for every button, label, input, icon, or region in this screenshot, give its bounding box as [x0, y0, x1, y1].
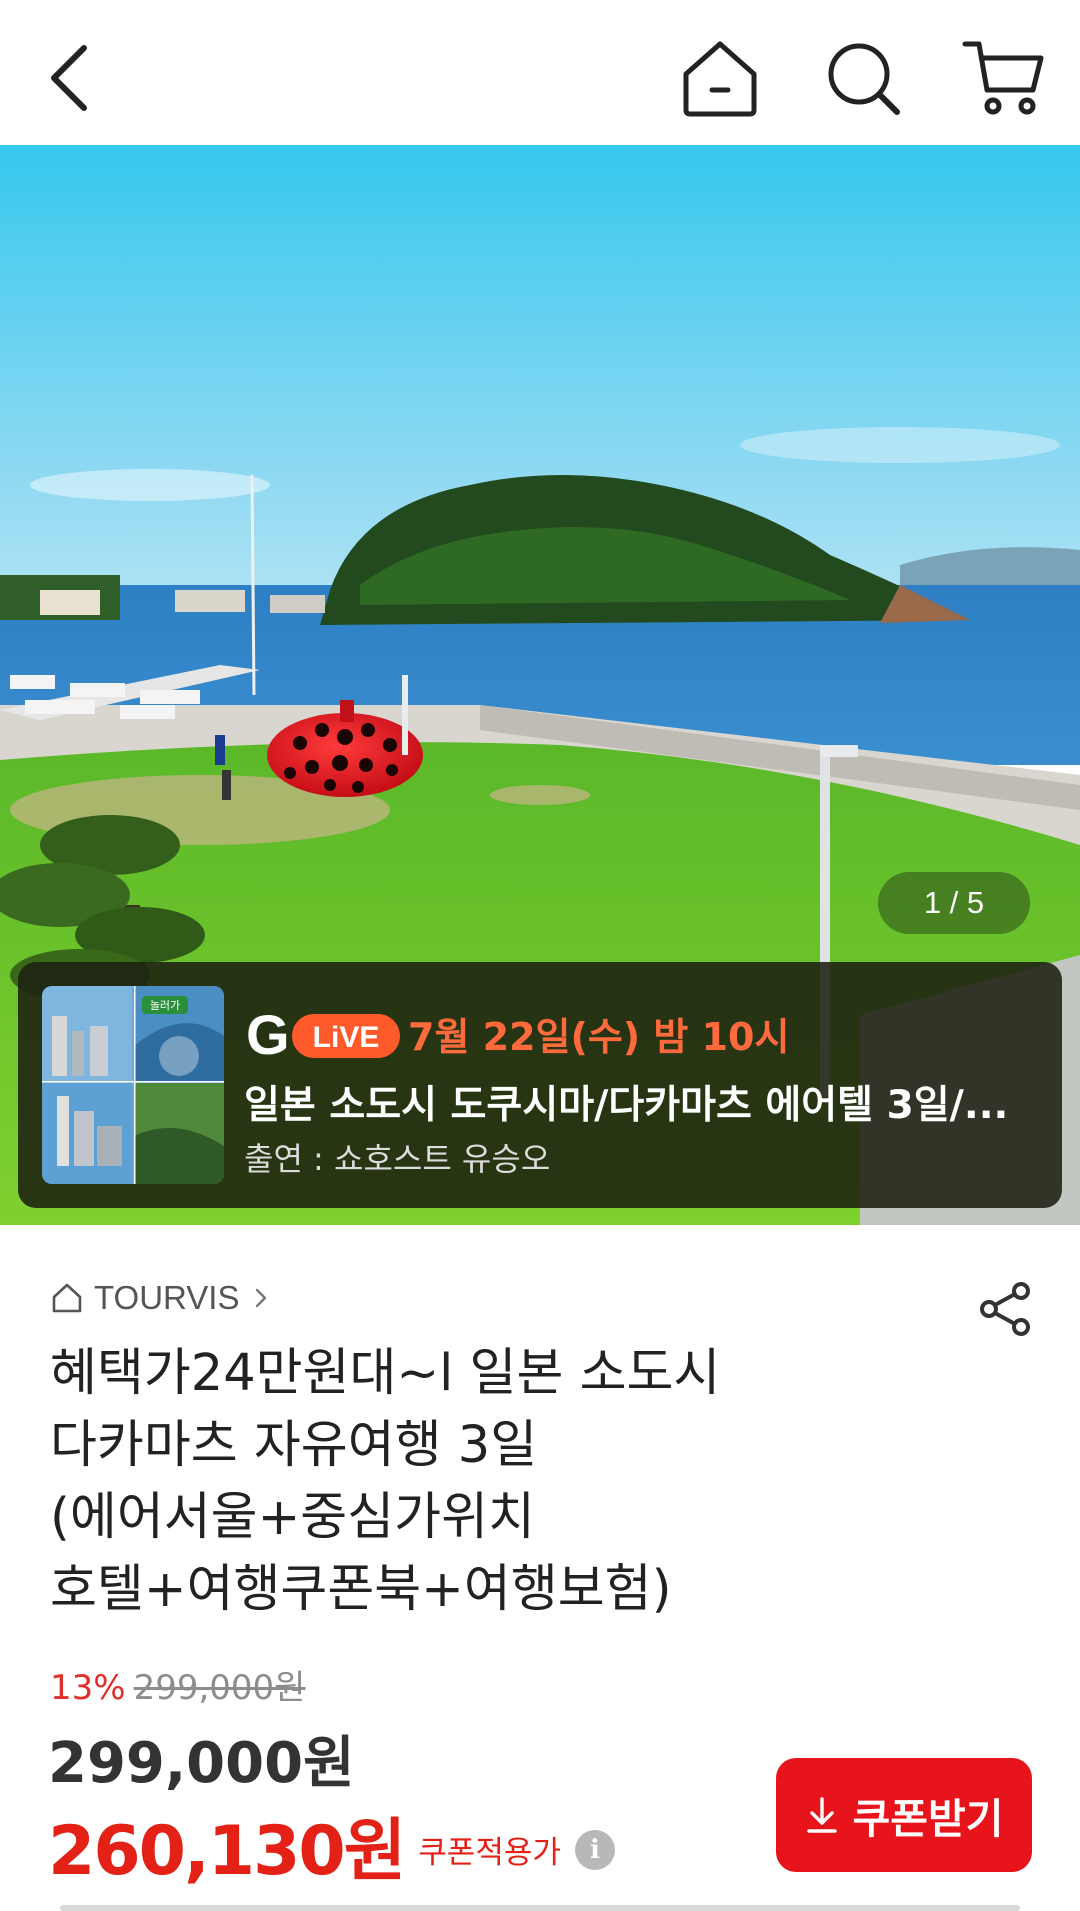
live-thumbnail: 놀러가	[42, 986, 224, 1184]
coupon-price-label: 쿠폰적용가	[418, 1835, 561, 1871]
cart-icon[interactable]	[955, 30, 1051, 126]
sale-price: 299,000원	[48, 1731, 355, 1796]
seller-name: TOURVIS	[94, 1279, 240, 1316]
product-title-line: 혜택가24만원대~l 일본 소도시	[50, 1344, 721, 1403]
g-live-logo: G LiVE	[244, 1002, 404, 1066]
info-icon[interactable]: i	[574, 1829, 615, 1870]
chevron-right-icon	[255, 1288, 266, 1308]
home-icon[interactable]	[672, 30, 768, 126]
download-icon	[806, 1797, 837, 1833]
coupon-button-label: 쿠폰받기	[852, 1795, 1004, 1843]
product-title-line: 호텔+여행쿠폰북+여행보험)	[50, 1560, 672, 1619]
seller-link[interactable]: TOURVIS	[50, 1276, 272, 1320]
search-icon[interactable]	[815, 30, 911, 126]
coupon-price: 260,130원	[48, 1812, 406, 1891]
back-arrow-icon[interactable]	[22, 30, 118, 126]
top-navigation-bar	[0, 0, 1080, 145]
image-counter: 1 / 5	[878, 872, 1030, 934]
live-cast: 출연 : 쇼호스트 유승오	[244, 1140, 551, 1178]
live-title: 일본 소도시 도쿠시마/다카마츠 에어텔 3일/...	[244, 1083, 1009, 1128]
discount-row: 13% 299,000원	[50, 1660, 306, 1708]
thumb-sign-text: 놀러가	[150, 999, 180, 1012]
live-broadcast-banner[interactable]: 놀러가 G LiVE 7월 22일(수) 밤 10시 일본 소도시 도쿠시마/다…	[18, 962, 1062, 1208]
coupon-price-row: 260,130원 쿠폰적용가 i	[48, 1795, 615, 1894]
download-coupon-button[interactable]: 쿠폰받기	[776, 1758, 1032, 1872]
g-live-logo-g: G	[246, 1003, 290, 1066]
original-price: 299,000원	[133, 1668, 306, 1708]
store-icon	[52, 1283, 82, 1313]
product-title: 혜택가24만원대~l 일본 소도시 다카마츠 자유여행 3일 (에어서울+중심가…	[50, 1338, 850, 1626]
live-date: 7월 22일(수) 밤 10시	[408, 1015, 790, 1059]
product-title-line: 다카마츠 자유여행 3일	[50, 1416, 538, 1475]
share-icon[interactable]	[975, 1279, 1035, 1339]
discount-rate: 13%	[50, 1668, 126, 1708]
g-live-logo-live: LiVE	[313, 1021, 380, 1054]
section-divider	[60, 1905, 1020, 1911]
product-title-line: (에어서울+중심가위치	[50, 1488, 535, 1547]
product-image-gallery[interactable]: 1 / 5 놀러가 G LiVE 7월 22일(수) 밤 10시 일본 소도시 …	[0, 145, 1080, 1225]
